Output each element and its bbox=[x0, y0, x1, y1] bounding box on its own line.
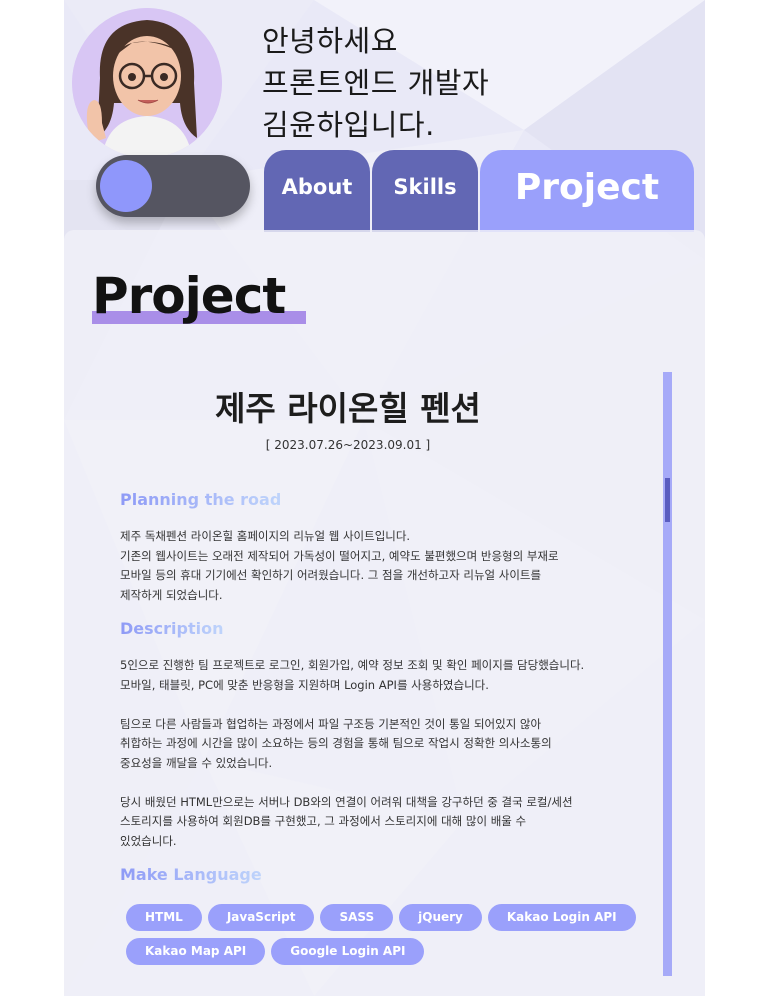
greeting: 안녕하세요 프론트엔드 개발자 김윤하입니다. bbox=[262, 20, 489, 146]
description-line: 모바일, 태블릿, PC에 맞춘 반응형을 지원하며 Login API를 사용… bbox=[120, 677, 489, 692]
language-heading: Make Language bbox=[120, 865, 262, 884]
language-tag: Kakao Login API bbox=[487, 904, 636, 931]
theme-toggle[interactable] bbox=[96, 155, 250, 217]
language-tag: Kakao Map API bbox=[126, 938, 266, 965]
planning-line: 모바일 등의 휴대 기기에선 확인하기 어려웠습니다. 그 점을 개선하고자 리… bbox=[120, 568, 542, 582]
portfolio-page: 안녕하세요 프론트엔드 개발자 김윤하입니다. About Skills Pro… bbox=[64, 0, 705, 996]
project-date: [ 2023.07.26~2023.09.01 ] bbox=[265, 438, 431, 452]
description-text: 5인으로 진행한 팀 프로젝트로 로그인, 회원가입, 예약 정보 조회 및 확… bbox=[120, 656, 650, 851]
language-tag: HTML bbox=[126, 904, 202, 931]
language-tags: HTML JavaScript SASS jQuery Kakao Login … bbox=[126, 904, 636, 965]
planning-line: 제작하게 되었습니다. bbox=[120, 587, 223, 602]
greeting-line-1: 안녕하세요 bbox=[262, 24, 398, 58]
description-line: 있었습니다. bbox=[120, 833, 177, 848]
greeting-line-2: 프론트엔드 개발자 bbox=[262, 66, 490, 100]
greeting-line-3: 김윤하입니다. bbox=[262, 108, 435, 142]
planning-text: 제주 독채펜션 라이온힐 홈페이지의 리뉴얼 웹 사이트입니다. 기존의 웹사이… bbox=[120, 527, 650, 605]
avatar-image bbox=[72, 8, 222, 158]
scrollbar-track[interactable] bbox=[663, 372, 672, 976]
tab-skills[interactable]: Skills bbox=[372, 150, 478, 232]
scrollbar-thumb[interactable] bbox=[665, 478, 670, 522]
description-line: 5인으로 진행한 팀 프로젝트로 로그인, 회원가입, 예약 정보 조회 및 확… bbox=[120, 658, 585, 672]
toggle-knob bbox=[100, 160, 152, 212]
description-line: 취합하는 과정에 시간을 많이 소요하는 등의 경험을 통해 팀으로 작업시 정… bbox=[120, 736, 552, 750]
section-title: Project bbox=[92, 267, 286, 325]
avatar bbox=[72, 8, 222, 158]
description-line: 중요성을 깨달을 수 있었습니다. bbox=[120, 755, 273, 770]
project-name: 제주 라이온힐 펜션 bbox=[215, 389, 481, 428]
tab-about[interactable]: About bbox=[264, 150, 370, 232]
description-heading: Description bbox=[120, 619, 224, 638]
language-tag: JavaScript bbox=[207, 904, 315, 931]
planning-line: 기존의 웹사이트는 오래전 제작되어 가독성이 떨어지고, 예약도 불편했으며 … bbox=[120, 548, 559, 563]
description-line: 당시 배웠던 HTML만으로는 서버나 DB와의 연결이 어려워 대책을 강구하… bbox=[120, 794, 573, 809]
tab-project[interactable]: Project bbox=[480, 150, 694, 232]
language-tag: Google Login API bbox=[271, 938, 425, 965]
language-tag: jQuery bbox=[399, 904, 482, 931]
planning-line: 제주 독채펜션 라이온힐 홈페이지의 리뉴얼 웹 사이트입니다. bbox=[120, 529, 411, 543]
planning-heading: Planning the road bbox=[120, 490, 282, 509]
description-line: 팀으로 다른 사람들과 협업하는 과정에서 파일 구조등 기본적인 것이 통일 … bbox=[120, 716, 542, 731]
language-tag: SASS bbox=[320, 904, 394, 931]
description-line: 스토리지를 사용하여 회원DB를 구현했고, 그 과정에서 스토리지에 대해 많… bbox=[120, 814, 527, 828]
